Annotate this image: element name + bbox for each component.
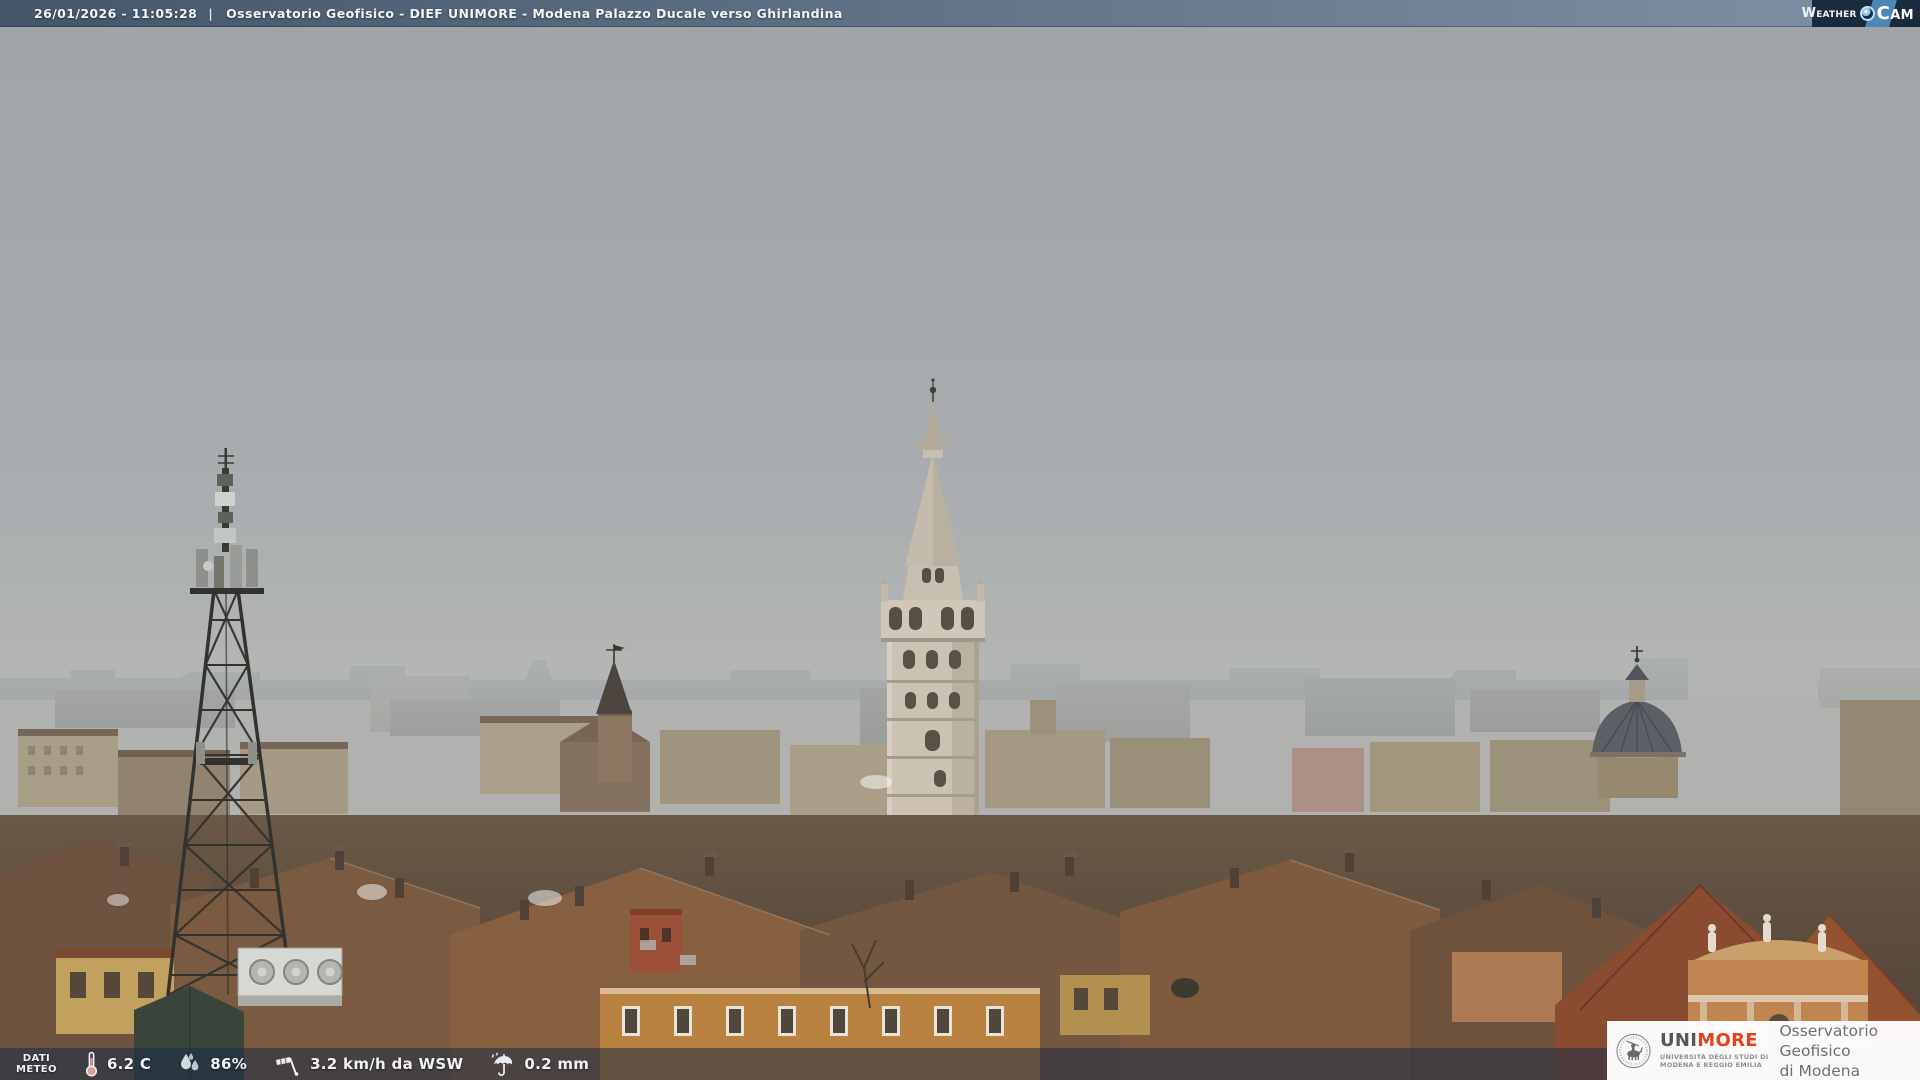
thermometer-icon [84,1051,99,1077]
humidity-value: 86% [210,1055,247,1073]
weathercam-word-cam: Cam [1877,3,1914,24]
camera-lens-icon [1860,6,1875,21]
unimore-brand: UNIMORE [1660,1032,1768,1050]
wind-metric: 3.2 km/h da WSW [274,1052,463,1076]
humidity-metric: 86% [178,1052,247,1076]
umbrella-rain-icon [490,1052,516,1077]
precipitation-metric: 0.2 mm [490,1052,589,1077]
brand-uni: UNI [1660,1030,1697,1051]
precipitation-value: 0.2 mm [524,1055,589,1073]
datetime-label: 26/01/2026 - 11:05:28 [34,6,197,21]
webcam-title: Osservatorio Geofisico - DIEF UNIMORE - … [226,6,843,21]
temperature-metric: 6.2 C [84,1051,151,1077]
knight-on-horse [1626,1040,1643,1060]
top-bar: 26/01/2026 - 11:05:28 | Osservatorio Geo… [0,0,1920,27]
unimore-credit: UNIMORE UNIVERSITÀ DEGLI STUDI DI MODENA… [1607,1021,1920,1080]
university-subtitle: UNIVERSITÀ DEGLI STUDI DI MODENA E REGGI… [1660,1053,1768,1069]
webcam-view: 26/01/2026 - 11:05:28 | Osservatorio Geo… [0,0,1920,1080]
weathercam-word-weather: Weather [1802,6,1857,21]
separator: | [208,6,213,21]
humidity-drops-icon [178,1052,202,1076]
unimore-wordmark: UNIMORE UNIVERSITÀ DEGLI STUDI DI MODENA… [1660,1032,1768,1069]
webcam-scene [0,0,1920,1080]
meteo-data-label: DATI METEO [16,1053,57,1075]
wind-value: 3.2 km/h da WSW [310,1055,463,1073]
brand-more: MORE [1697,1030,1758,1051]
weathercam-logo: Weather Cam [1812,0,1920,27]
wind-sock-icon [274,1052,302,1076]
observatory-name: Osservatorio Geofisico di Modena [1779,1021,1920,1080]
temperature-value: 6.2 C [107,1055,151,1073]
unimore-crest-logo [1615,1028,1652,1074]
